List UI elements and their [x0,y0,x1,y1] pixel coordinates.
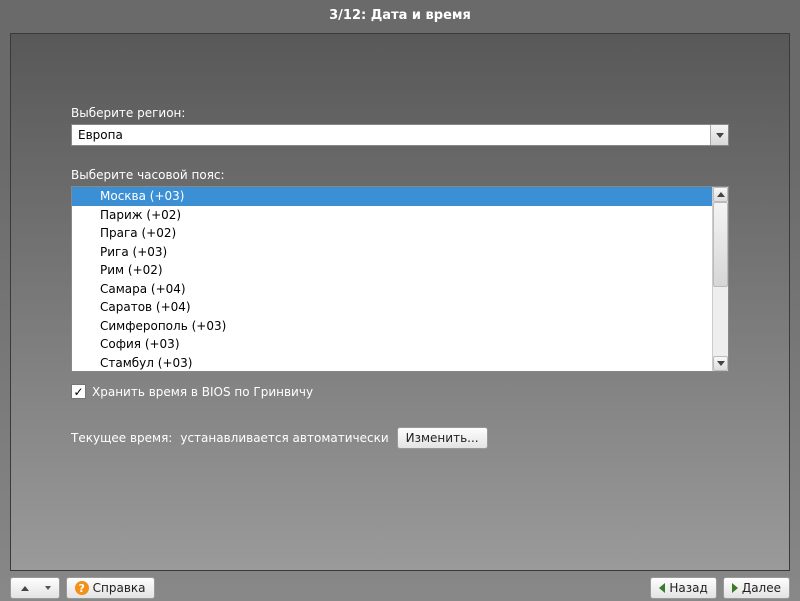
scroll-track[interactable] [713,202,728,356]
back-button-label: Назад [669,581,707,595]
arrow-up-icon [21,586,29,591]
timezone-item[interactable]: Саратов (+04) [72,298,712,317]
timezone-item[interactable]: Рим (+02) [72,261,712,280]
bios-utc-label: Хранить время в BIOS по Гринвичу [92,385,313,399]
bios-utc-checkbox[interactable]: ✓ [71,384,86,399]
current-time-row: Текущее время: устанавливается автоматич… [71,427,729,449]
bios-utc-row: ✓ Хранить время в BIOS по Гринвичу [71,384,729,399]
help-button-label: Справка [93,581,146,595]
page-title: 3/12: Дата и время [0,0,800,27]
chevron-down-icon [717,361,725,366]
region-combo-button[interactable] [710,125,728,145]
timezone-scrollbar[interactable] [712,187,728,371]
timezone-item[interactable]: Симферополь (+03) [72,317,712,336]
timezone-label: Выберите часовой пояс: [71,168,729,182]
timezone-item[interactable]: София (+03) [72,335,712,354]
arrow-left-icon [659,583,665,593]
chevron-up-icon [717,192,725,197]
timezone-item[interactable]: Прага (+02) [72,224,712,243]
more-options-button[interactable] [10,577,60,599]
footer: ? Справка Назад Далее [10,577,790,599]
next-button[interactable]: Далее [723,577,790,599]
chevron-down-icon [45,586,51,590]
timezone-listbox[interactable]: Москва (+03)Париж (+02)Прага (+02)Рига (… [71,186,729,372]
main-panel: Выберите регион: Европа Выберите часовой… [10,33,790,571]
next-button-label: Далее [742,581,781,595]
timezone-item[interactable]: Рига (+03) [72,243,712,262]
help-button[interactable]: ? Справка [66,577,155,599]
help-icon: ? [75,581,89,595]
timezone-item[interactable]: Москва (+03) [72,187,712,206]
chevron-down-icon [716,133,724,138]
change-time-button[interactable]: Изменить... [397,427,488,449]
current-time-value: устанавливается автоматически [180,431,388,445]
scroll-up-button[interactable] [713,187,728,202]
back-button[interactable]: Назад [650,577,716,599]
timezone-item[interactable]: Стамбул (+03) [72,354,712,372]
region-label: Выберите регион: [71,106,729,120]
scroll-down-button[interactable] [713,356,728,371]
region-combo-value: Европа [72,125,710,145]
region-combo[interactable]: Европа [71,124,729,146]
scroll-thumb[interactable] [713,202,728,287]
arrow-right-icon [732,583,738,593]
timezone-item[interactable]: Париж (+02) [72,206,712,225]
timezone-item[interactable]: Самара (+04) [72,280,712,299]
current-time-label: Текущее время: [71,431,172,445]
